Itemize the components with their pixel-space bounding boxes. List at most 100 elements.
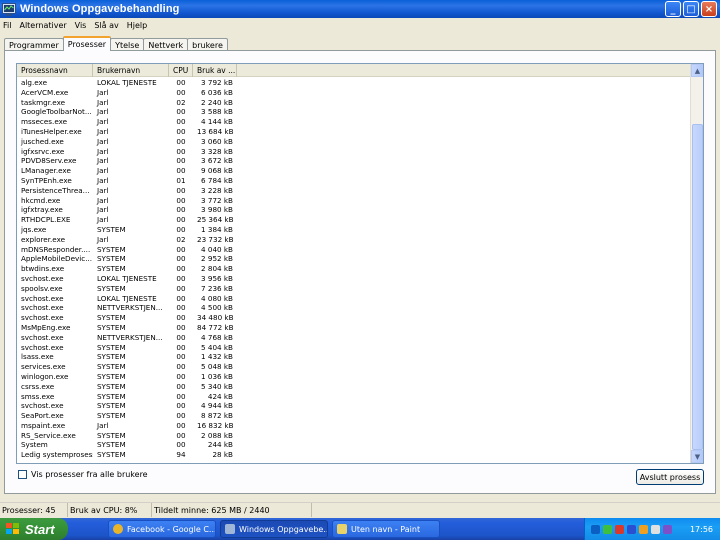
process-row[interactable]: services.exe SYSTEM 00 5 048 kB — [17, 362, 692, 372]
tray-volume-icon[interactable] — [651, 524, 660, 534]
tray-bluetooth-icon[interactable] — [627, 524, 636, 534]
process-row[interactable]: MsMpEng.exe SYSTEM 00 84 772 kB — [17, 323, 692, 333]
process-user: Jarl — [97, 215, 109, 225]
process-row[interactable]: hkcmd.exe Jarl 00 3 772 kB — [17, 196, 692, 206]
process-row[interactable]: LManager.exe Jarl 00 9 068 kB — [17, 166, 692, 176]
process-list[interactable]: Prosessnavn Brukernavn CPU Bruk av ... a… — [16, 63, 704, 464]
process-memory: 4 768 kB — [201, 332, 233, 342]
process-memory: 1 036 kB — [201, 371, 233, 381]
menu-view[interactable]: Vis — [75, 21, 87, 30]
process-row[interactable]: svchost.exe LOKAL TJENESTE 00 4 080 kB — [17, 294, 692, 304]
process-cpu: 00 — [176, 293, 186, 303]
process-cpu: 00 — [176, 224, 186, 234]
taskbar-item-paint[interactable]: Uten navn - Paint — [332, 520, 440, 538]
process-row[interactable]: mDNSResponder.... SYSTEM 00 4 040 kB — [17, 245, 692, 255]
taskbar-item-task-manager[interactable]: Windows Oppgavebe... — [220, 520, 328, 538]
column-header-memory[interactable]: Bruk av ... — [193, 64, 237, 77]
tray-security-icon[interactable] — [615, 524, 624, 534]
show-all-users-option[interactable]: Vis prosesser fra alle brukere — [18, 470, 148, 479]
process-row[interactable]: lsass.exe SYSTEM 00 1 432 kB — [17, 352, 692, 362]
process-memory: 4 080 kB — [201, 293, 233, 303]
menu-shutdown[interactable]: Slå av — [94, 21, 118, 30]
process-row[interactable]: AppleMobileDevic... SYSTEM 00 2 952 kB — [17, 254, 692, 264]
close-button[interactable]: × — [701, 1, 717, 17]
process-row[interactable]: Ledig systemprosess SYSTEM 94 28 kB — [17, 450, 692, 460]
tray-java-icon[interactable] — [639, 524, 648, 534]
process-name: smss.exe — [21, 391, 55, 401]
taskbar-item-chrome[interactable]: Facebook - Google C... — [108, 520, 216, 538]
column-header-user[interactable]: Brukernavn — [93, 64, 169, 77]
process-row[interactable]: mspaint.exe Jarl 00 16 832 kB — [17, 421, 692, 431]
process-user: Jarl — [97, 234, 109, 244]
show-all-users-checkbox[interactable] — [18, 470, 27, 479]
process-name: svchost.exe — [21, 313, 64, 323]
tray-network-icon[interactable] — [603, 524, 612, 534]
process-row[interactable]: svchost.exe NETTVERKSTJEN... 00 4 768 kB — [17, 333, 692, 343]
process-user: Jarl — [97, 126, 109, 136]
process-row[interactable]: smss.exe SYSTEM 00 424 kB — [17, 392, 692, 402]
process-row[interactable]: SeaPort.exe SYSTEM 00 8 872 kB — [17, 411, 692, 421]
process-cpu: 00 — [176, 136, 186, 146]
menu-options[interactable]: Alternativer — [19, 21, 66, 30]
process-row[interactable]: taskmgr.exe Jarl 02 2 240 kB — [17, 98, 692, 108]
taskmgr-icon — [225, 524, 235, 534]
process-row[interactable]: System SYSTEM 00 244 kB — [17, 440, 692, 450]
process-row[interactable]: spoolsv.exe SYSTEM 00 7 236 kB — [17, 284, 692, 294]
process-memory: 5 048 kB — [201, 362, 233, 372]
process-user: SYSTEM — [97, 381, 126, 391]
process-user: Jarl — [97, 175, 109, 185]
process-user: LOKAL TJENESTE — [97, 78, 157, 87]
process-row[interactable]: RTHDCPL.EXE Jarl 00 25 364 kB — [17, 215, 692, 225]
vertical-scrollbar[interactable]: ▲ ▼ — [690, 64, 703, 463]
process-name: explorer.exe — [21, 234, 66, 244]
process-row[interactable]: svchost.exe NETTVERKSTJEN... 00 4 500 kB — [17, 303, 692, 313]
column-header-cpu[interactable]: CPU — [169, 64, 193, 77]
process-memory: 3 672 kB — [201, 156, 233, 166]
start-button[interactable]: Start — [0, 518, 68, 540]
scroll-down-button[interactable]: ▼ — [691, 450, 703, 463]
process-row[interactable]: AcerVCM.exe Jarl 00 6 036 kB — [17, 88, 692, 98]
maximize-button[interactable]: □ — [683, 1, 699, 17]
column-header-name[interactable]: Prosessnavn — [17, 64, 93, 77]
scroll-thumb[interactable] — [692, 124, 703, 450]
process-row[interactable]: iTunesHelper.exe Jarl 00 13 684 kB — [17, 127, 692, 137]
process-row[interactable]: svchost.exe SYSTEM 00 4 944 kB — [17, 401, 692, 411]
process-memory: 2 804 kB — [201, 264, 233, 274]
minimize-button[interactable]: _ — [665, 1, 681, 17]
process-row[interactable]: jusched.exe Jarl 00 3 060 kB — [17, 137, 692, 147]
process-row[interactable]: csrss.exe SYSTEM 00 5 340 kB — [17, 382, 692, 392]
scroll-up-button[interactable]: ▲ — [691, 64, 703, 77]
process-row[interactable]: btwdins.exe SYSTEM 00 2 804 kB — [17, 264, 692, 274]
process-row[interactable]: jqs.exe SYSTEM 00 1 384 kB — [17, 225, 692, 235]
process-row[interactable]: SynTPEnh.exe Jarl 01 6 784 kB — [17, 176, 692, 186]
process-user: Jarl — [97, 107, 109, 117]
process-row[interactable]: svchost.exe SYSTEM 00 34 480 kB — [17, 313, 692, 323]
process-row[interactable]: winlogon.exe SYSTEM 00 1 036 kB — [17, 372, 692, 382]
tray-arrow-icon[interactable] — [591, 524, 600, 534]
process-cpu: 00 — [176, 362, 186, 372]
process-user: Jarl — [97, 117, 109, 127]
menu-file[interactable]: Fil — [3, 21, 11, 30]
menu-help[interactable]: Hjelp — [127, 21, 147, 30]
process-row[interactable]: msseces.exe Jarl 00 4 144 kB — [17, 117, 692, 127]
process-row[interactable]: svchost.exe LOKAL TJENESTE 00 3 956 kB — [17, 274, 692, 284]
tray-display-icon[interactable] — [663, 524, 672, 534]
process-row[interactable]: igfxtray.exe Jarl 00 3 980 kB — [17, 205, 692, 215]
process-name: RTHDCPL.EXE — [21, 215, 71, 225]
process-row[interactable]: RS_Service.exe SYSTEM 00 2 088 kB — [17, 431, 692, 441]
process-row[interactable]: alg.exe LOKAL TJENESTE 00 3 792 kB — [17, 78, 692, 88]
process-row[interactable]: igfxsrvc.exe Jarl 00 3 328 kB — [17, 147, 692, 157]
process-row[interactable]: PersistenceThrea... Jarl 00 3 228 kB — [17, 186, 692, 196]
process-name: Ledig systemprosess — [21, 450, 93, 460]
process-row[interactable]: GoogleToolbarNot... Jarl 00 3 588 kB — [17, 107, 692, 117]
process-user: SYSTEM — [97, 430, 126, 440]
title-bar[interactable]: Windows Oppgavebehandling _ □ × — [0, 0, 720, 18]
process-row[interactable]: svchost.exe SYSTEM 00 5 404 kB — [17, 343, 692, 353]
process-cpu: 00 — [176, 303, 186, 313]
process-row[interactable]: explorer.exe Jarl 02 23 732 kB — [17, 235, 692, 245]
process-cpu: 01 — [176, 175, 186, 185]
tab-processes[interactable]: Prosesser — [62, 36, 112, 51]
process-row[interactable]: PDVD8Serv.exe Jarl 00 3 672 kB — [17, 156, 692, 166]
process-cpu: 00 — [176, 126, 186, 136]
end-process-button[interactable]: Avslutt prosess — [636, 469, 704, 485]
